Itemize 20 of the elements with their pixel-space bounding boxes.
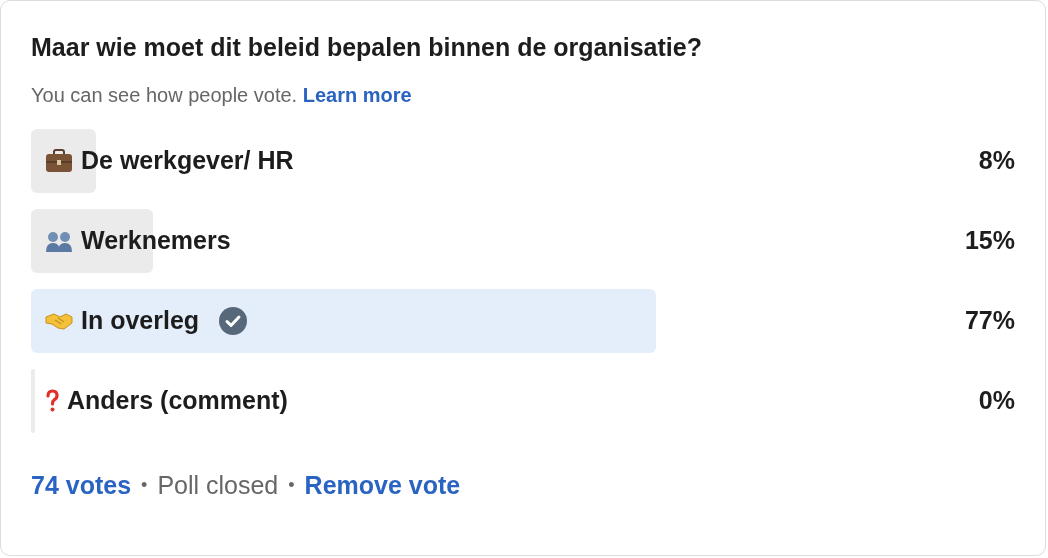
remove-vote-link[interactable]: Remove vote [304,467,461,503]
separator-dot: • [288,474,295,497]
poll-status: Poll closed [157,470,279,501]
option-percent: 0% [978,385,1015,417]
option-label: In overleg [81,305,200,337]
separator-dot: • [141,474,148,497]
votes-count-link[interactable]: 74 votes [31,467,132,503]
option-percent: 77% [964,305,1015,337]
briefcase-icon [45,149,73,173]
check-icon [219,307,248,335]
option-percent: 8% [978,145,1015,177]
question-mark-icon [45,389,59,413]
option-label: De werkgever/ HR [81,145,294,177]
poll-question: Maar wie moet dit beleid bepalen binnen de organisatie? [31,32,703,63]
option-percent: 15% [964,225,1015,257]
vote-visibility-note: You can see how people vote. Learn more [31,83,413,108]
learn-more-link[interactable]: Learn more [302,84,412,106]
option-label: Werknemers [81,225,231,257]
option-label: Anders (comment) [67,385,288,417]
people-icon [45,229,73,253]
